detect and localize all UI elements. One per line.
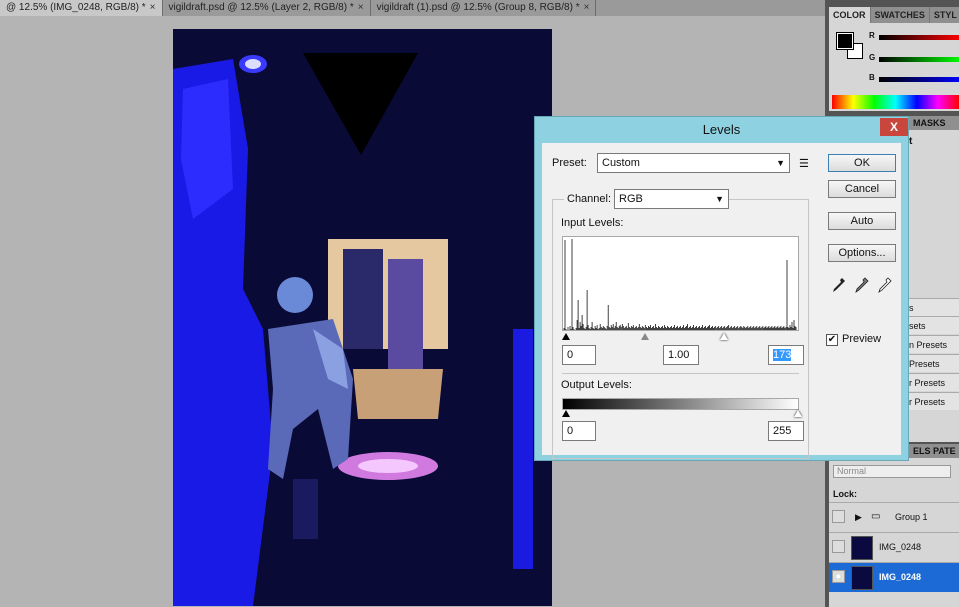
- histogram-graph: [563, 239, 797, 330]
- divider: [562, 373, 799, 374]
- tab-swatches[interactable]: SWATCHES: [871, 7, 930, 23]
- auto-button[interactable]: Auto: [828, 212, 896, 230]
- preset-row[interactable]: r Presets: [909, 373, 959, 391]
- preset-row[interactable]: Presets: [909, 354, 959, 372]
- layers-panel: ELS PATE Normal Lock: ▶ ▭ Group 1 IMG_02…: [829, 444, 959, 607]
- preset-row[interactable]: s: [909, 298, 959, 316]
- color-panel-tabs: COLOR SWATCHES STYL: [829, 7, 959, 23]
- levels-dialog: Levels X Preset: Custom ▼ ☰ Channel: RGB ▼…: [534, 116, 909, 461]
- cancel-button[interactable]: Cancel: [828, 180, 896, 198]
- layer-row-selected[interactable]: ● IMG_0248: [829, 562, 959, 592]
- output-black-slider[interactable]: [562, 410, 570, 417]
- input-black-field[interactable]: 0: [562, 345, 596, 365]
- channel-label: Channel:: [564, 193, 615, 205]
- output-levels-label: Output Levels:: [561, 379, 632, 391]
- layer-thumbnail: [851, 536, 873, 560]
- green-slider[interactable]: [879, 57, 959, 62]
- output-gradient: [562, 398, 799, 410]
- dialog-title: Levels: [702, 122, 741, 137]
- close-tab-icon[interactable]: ×: [584, 2, 590, 13]
- preset-row[interactable]: sets: [909, 316, 959, 334]
- layer-thumbnail: [851, 566, 873, 590]
- preset-select[interactable]: Custom ▼: [597, 153, 790, 173]
- foreground-color-swatch[interactable]: [836, 32, 854, 50]
- folder-icon: ▭: [871, 511, 881, 522]
- close-tab-icon[interactable]: ×: [358, 2, 364, 13]
- tab-vigildraft-1[interactable]: vigildraft (1).psd @ 12.5% (Group 8, RGB…: [371, 0, 597, 16]
- gray-eyedropper-icon[interactable]: [855, 277, 869, 293]
- channel-b-label: B: [869, 73, 875, 82]
- document-tabs: @ 12.5% (IMG_0248, RGB/8) * × vigildraft.…: [0, 0, 825, 16]
- lock-label: Lock:: [833, 489, 858, 499]
- layer-row[interactable]: IMG_0248: [829, 532, 959, 562]
- histogram: [562, 236, 799, 331]
- ok-button[interactable]: OK: [828, 154, 896, 172]
- adjustments-title-fragment: t: [909, 136, 913, 147]
- preset-options-icon[interactable]: ☰: [799, 157, 809, 170]
- chevron-down-icon: ▼: [776, 158, 785, 168]
- preset-row[interactable]: r Presets: [909, 392, 959, 410]
- blend-mode-select[interactable]: Normal: [833, 465, 951, 478]
- blue-slider[interactable]: [879, 77, 959, 82]
- disclosure-triangle-icon[interactable]: ▶: [855, 512, 862, 523]
- input-gamma-slider[interactable]: [641, 333, 649, 340]
- channel-select[interactable]: RGB ▼: [614, 189, 729, 209]
- input-white-field[interactable]: 173: [768, 345, 804, 365]
- close-tab-icon[interactable]: ×: [150, 2, 156, 13]
- red-slider[interactable]: [879, 35, 959, 40]
- color-spectrum[interactable]: [832, 95, 959, 109]
- output-white-slider[interactable]: [794, 410, 802, 417]
- layer-row[interactable]: ▶ ▭ Group 1: [829, 502, 959, 532]
- photoshop-window: @ 12.5% (IMG_0248, RGB/8) * × vigildraft.…: [0, 0, 959, 607]
- output-white-field[interactable]: 255: [768, 421, 804, 441]
- preview-label: Preview: [842, 333, 882, 345]
- layer-name: IMG_0248: [879, 542, 922, 552]
- input-levels-label: Input Levels:: [561, 217, 624, 229]
- black-eyedropper-icon[interactable]: [832, 277, 846, 293]
- white-eyedropper-icon[interactable]: [878, 277, 892, 293]
- visibility-toggle[interactable]: [832, 510, 845, 523]
- tab-styles[interactable]: STYL: [930, 7, 959, 23]
- channel-g-label: G: [869, 53, 876, 62]
- channel-r-label: R: [869, 31, 875, 40]
- preview-checkbox[interactable]: ✔: [826, 334, 838, 346]
- dialog-body: Preset: Custom ▼ ☰ Channel: RGB ▼ Input Le…: [542, 143, 901, 459]
- eye-icon[interactable]: ●: [832, 570, 845, 583]
- tab-vigildraft[interactable]: vigildraft.psd @ 12.5% (Layer 2, RGB/8) …: [163, 0, 371, 16]
- input-white-slider[interactable]: [720, 333, 728, 340]
- options-button[interactable]: Options...: [828, 244, 896, 262]
- chevron-down-icon: ▼: [715, 194, 724, 204]
- preset-label: Preset:: [552, 157, 587, 169]
- close-button[interactable]: X: [880, 118, 908, 136]
- layer-name: IMG_0248: [879, 572, 922, 582]
- tab-img-0248[interactable]: @ 12.5% (IMG_0248, RGB/8) * ×: [0, 0, 163, 16]
- tab-color[interactable]: COLOR: [829, 7, 871, 23]
- visibility-toggle[interactable]: [832, 540, 845, 553]
- color-panel: R G B: [829, 23, 959, 111]
- preset-row[interactable]: n Presets: [909, 335, 959, 353]
- image-artwork: [173, 29, 552, 606]
- output-black-field[interactable]: 0: [562, 421, 596, 441]
- document-canvas[interactable]: [173, 29, 552, 606]
- layer-name: Group 1: [895, 512, 928, 522]
- input-black-slider[interactable]: [562, 333, 570, 340]
- input-gamma-field[interactable]: 1.00: [663, 345, 699, 365]
